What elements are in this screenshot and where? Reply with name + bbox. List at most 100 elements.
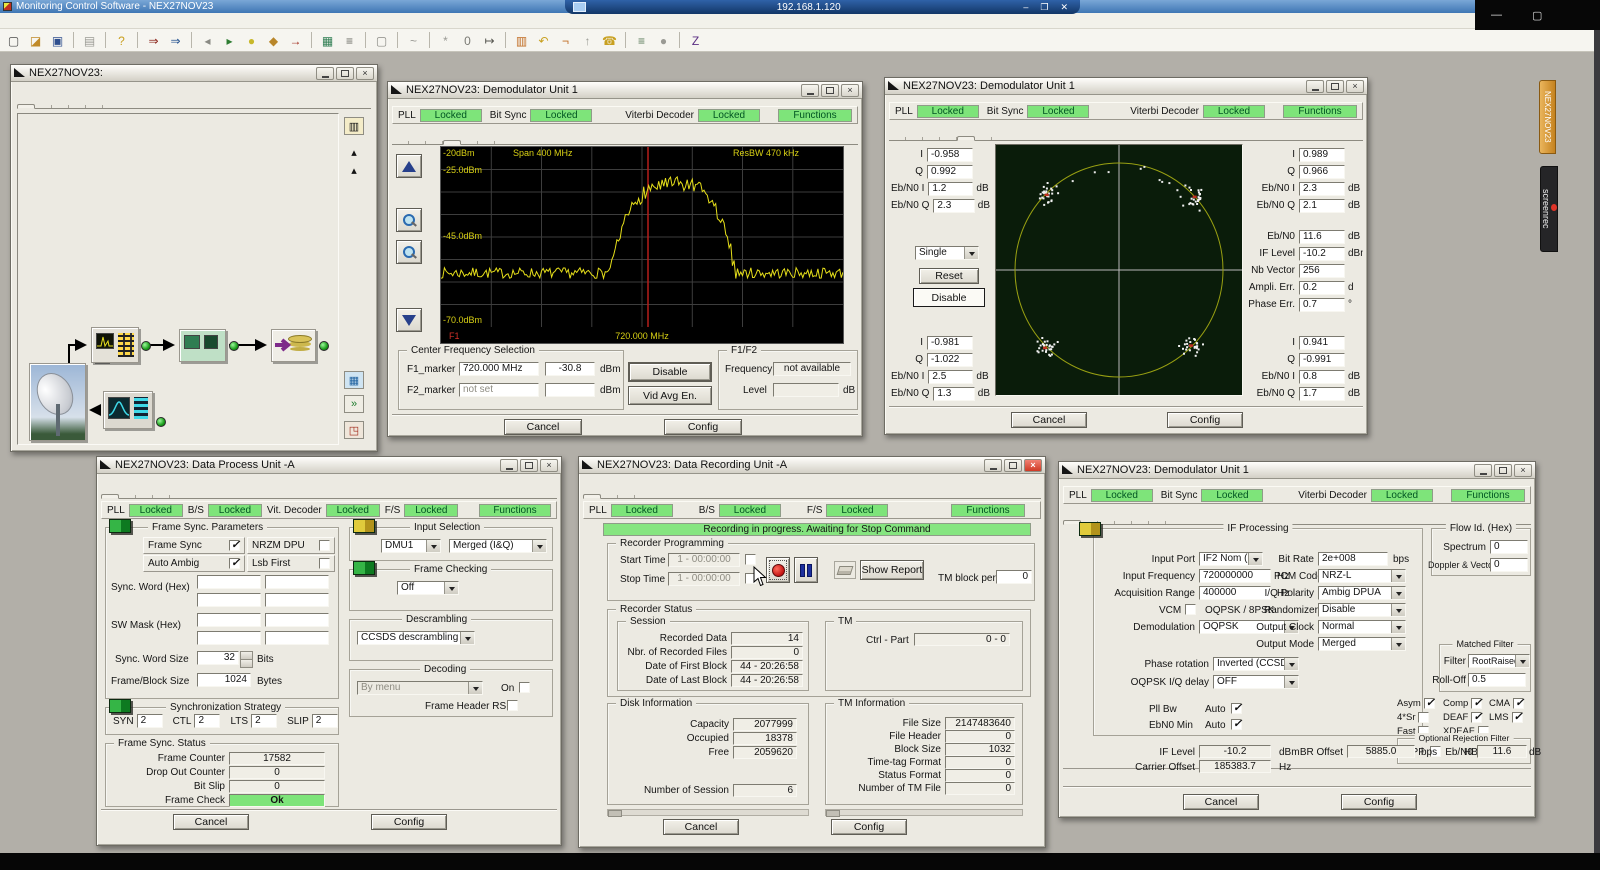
toolbar-refresh-icon[interactable]: ~	[404, 32, 423, 49]
remote-close-icon[interactable]: ✕	[1060, 2, 1068, 13]
toolbar-import-icon[interactable]: →	[286, 32, 305, 49]
pll-bw-auto-checkbox[interactable]	[1231, 703, 1242, 714]
functions-button[interactable]: Functions	[1451, 489, 1525, 502]
maximize-button[interactable]	[1494, 464, 1512, 477]
functions-button[interactable]: Functions	[1283, 105, 1357, 118]
toolbar-settings-icon[interactable]: *	[436, 32, 455, 49]
nrzm-dpu-checkbox[interactable]: NRZM DPU	[247, 537, 335, 554]
record-button[interactable]	[766, 557, 790, 583]
frame-block-size-field[interactable]: 1024	[197, 673, 251, 687]
remote-restore-icon[interactable]: ❐	[1040, 2, 1048, 13]
disable-button[interactable]: Disable	[628, 362, 712, 382]
titlebar[interactable]: NEX27NOV23: Demodulator Unit 1 ×	[388, 82, 862, 99]
close-button[interactable]: ×	[1024, 459, 1042, 472]
cancel-button[interactable]: Cancel	[504, 419, 582, 435]
tab[interactable]	[957, 136, 975, 141]
strategy-field[interactable]: SYN2	[113, 714, 163, 728]
tab[interactable]	[618, 495, 635, 498]
toolbar-wizard-icon[interactable]: Z	[686, 32, 705, 49]
side-tab-nex27nov23[interactable]: NEX27NOV23	[1539, 80, 1556, 154]
report-icon[interactable]: ▥	[344, 117, 364, 135]
rolloff-field[interactable]: 0.5	[1468, 673, 1526, 687]
maximize-button[interactable]	[336, 67, 354, 80]
config-button[interactable]: Config	[1167, 412, 1243, 428]
decoding-on-checkbox[interactable]	[519, 682, 530, 693]
frame-checking-select[interactable]: Off	[397, 581, 459, 595]
functions-button[interactable]: Functions	[951, 504, 1025, 517]
toolbar-print-icon[interactable]: ▤	[80, 32, 99, 49]
strategy-field[interactable]: SLIP2	[287, 714, 338, 728]
tab[interactable]	[923, 137, 940, 140]
hex-field[interactable]	[197, 593, 261, 607]
toolbar-arrow-up-icon[interactable]: ↑	[578, 32, 597, 49]
transfer-icon[interactable]: »	[344, 395, 364, 413]
functions-button[interactable]: Functions	[479, 504, 551, 517]
overlay-maximize-icon[interactable]: ▢	[1532, 9, 1542, 22]
export-icon[interactable]: ◳	[344, 421, 364, 439]
close-button[interactable]: ×	[356, 67, 374, 80]
decoding-select[interactable]: By menu	[357, 681, 483, 695]
tab[interactable]	[136, 495, 153, 498]
toolbar-new-doc-icon[interactable]: ▢	[4, 32, 23, 49]
cancel-button[interactable]: Cancel	[1183, 794, 1259, 810]
toolbar-document-icon[interactable]: ▢	[372, 32, 391, 49]
minimize-button[interactable]	[316, 67, 334, 80]
side-tab-screenrec[interactable]: screenrec	[1540, 166, 1558, 252]
demodulator-node-icon[interactable]	[91, 327, 139, 363]
antenna-station-image[interactable]	[29, 363, 86, 441]
flow-doppler-field[interactable]: 0	[1490, 558, 1528, 572]
tab[interactable]	[86, 105, 103, 108]
frame-header-rs-checkbox[interactable]	[507, 700, 518, 711]
tab[interactable]	[443, 140, 461, 145]
config-button[interactable]: Config	[371, 814, 447, 830]
titlebar[interactable]: NEX27NOV23: Data Recording Unit -A ×	[579, 457, 1045, 474]
toolbar-link-icon[interactable]: ↦	[480, 32, 499, 49]
eq-checkbox[interactable]: LMS	[1489, 712, 1535, 723]
frame-sync-checkbox[interactable]: Frame Sync	[143, 537, 245, 554]
eq-checkbox[interactable]: Comp	[1443, 698, 1489, 709]
hex-field[interactable]	[265, 593, 329, 607]
hex-field[interactable]	[197, 575, 261, 589]
iq-polarity-select[interactable]: Ambig DPUA	[1318, 586, 1406, 600]
tab[interactable]	[1132, 521, 1149, 524]
randomizer-select[interactable]: Disable	[1318, 603, 1406, 617]
menu-item[interactable]	[42, 20, 60, 22]
close-button[interactable]: ×	[1514, 464, 1532, 477]
maximize-button[interactable]	[1004, 459, 1022, 472]
remote-minimize-icon[interactable]: –	[1023, 2, 1028, 13]
toolbar-save-icon[interactable]: ▣	[48, 32, 67, 49]
zoom-in-button[interactable]	[396, 208, 422, 232]
pcm-code-select[interactable]: NRZ-L	[1318, 569, 1406, 583]
toolbar-monitor-icon[interactable]: ▦	[318, 32, 337, 49]
phase-rotation-select[interactable]: Inverted (CCSD	[1213, 657, 1299, 671]
recorder-node-icon[interactable]	[271, 329, 316, 362]
menu-item[interactable]	[24, 20, 42, 22]
disable-button[interactable]: Disable	[913, 288, 985, 307]
toolbar-help-icon[interactable]: ?	[112, 32, 131, 49]
toolbar-undo-icon[interactable]: ↶	[534, 32, 553, 49]
minimize-button[interactable]	[1306, 80, 1324, 93]
minimize-button[interactable]	[1474, 464, 1492, 477]
menu-item[interactable]	[78, 20, 96, 22]
menu-item[interactable]	[96, 20, 114, 22]
flow-spectrum-field[interactable]: 0	[1490, 540, 1528, 554]
tm-block-field[interactable]: 0	[996, 570, 1032, 584]
pause-button[interactable]	[794, 557, 818, 583]
eq-checkbox[interactable]: 4*Sr	[1397, 712, 1443, 723]
spinner-control[interactable]	[240, 651, 251, 666]
hex-field[interactable]	[265, 631, 329, 645]
eq-checkbox[interactable]: CMA	[1489, 698, 1535, 709]
tab[interactable]	[906, 137, 923, 140]
grid-view-icon[interactable]: ▦	[344, 371, 364, 389]
dmu-select[interactable]: DMU1	[381, 539, 441, 553]
start-time-field[interactable]: 1 - 00:00:00	[668, 553, 740, 567]
input-frequency-field[interactable]: 720000000	[1199, 569, 1271, 583]
tab[interactable]	[35, 105, 52, 108]
output-mode-select[interactable]: Merged	[1318, 637, 1406, 651]
acquisition-range-field[interactable]: 400000	[1199, 586, 1271, 600]
minimize-button[interactable]	[984, 459, 1002, 472]
show-report-button[interactable]: Show Report	[860, 560, 924, 580]
hex-field[interactable]	[265, 613, 329, 627]
maximize-button[interactable]	[520, 459, 538, 472]
toolbar-sphere-icon[interactable]: ●	[654, 32, 673, 49]
